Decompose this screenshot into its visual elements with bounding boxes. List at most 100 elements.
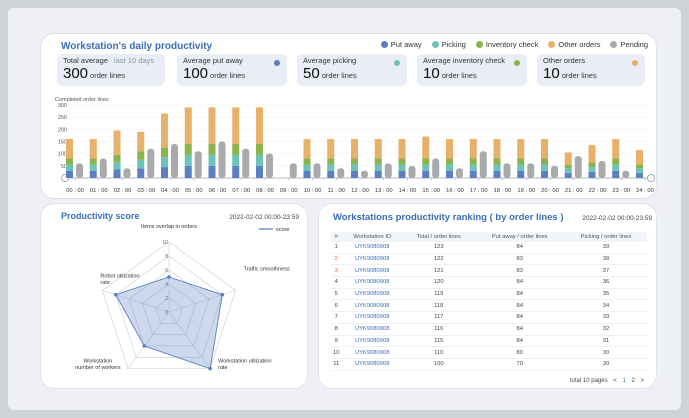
workstation-id-link[interactable]: UYK9080908	[341, 288, 403, 301]
bar-segment	[327, 158, 335, 165]
bar-segment	[612, 164, 620, 171]
bar-segment	[517, 158, 525, 165]
value-cell: 38	[564, 253, 647, 266]
bar-segment	[541, 170, 548, 178]
bar-segment	[422, 136, 430, 159]
bar-pending	[479, 151, 487, 178]
x-tick-label: 22 : 00	[589, 188, 607, 194]
bar-cap	[66, 139, 73, 143]
bar-segment	[398, 170, 406, 178]
bar-segment	[137, 168, 145, 178]
bar-segment	[161, 167, 168, 178]
workstation-id-link[interactable]: UYK9080908	[341, 311, 403, 324]
table-row[interactable]: 10 UYK9080908 110 80 30	[331, 346, 647, 359]
bar-cap	[351, 139, 358, 143]
pagination-prev[interactable]: <	[613, 378, 617, 384]
productivity-score-card: Productivity score 2022-02-02 00:00-23:5…	[40, 203, 308, 389]
workstation-id-link[interactable]: UYK9080908	[341, 335, 403, 348]
bar-cap	[446, 139, 453, 143]
value-cell: 34	[564, 299, 647, 313]
bar-segment	[184, 154, 192, 166]
radar-score-area	[115, 276, 223, 370]
rank-cell: 6	[331, 299, 342, 313]
pagination-page-1[interactable]: 1	[622, 378, 625, 384]
value-cell: 33	[564, 311, 647, 324]
bar-segment	[327, 170, 335, 178]
table-row[interactable]: 9 UYK9080908 115 84 31	[331, 335, 647, 348]
bar-segment	[208, 165, 216, 178]
workstation-id-link[interactable]: UYK9080908	[341, 242, 403, 254]
bar-segment	[161, 147, 168, 158]
radar-tick-label: 6	[165, 268, 168, 274]
bar-segment	[636, 168, 643, 174]
ranking-table: # Workstation ID Total / order lines Put aw…	[331, 232, 647, 371]
bar-segment	[564, 173, 572, 178]
x-tick-label: 04 : 00	[161, 188, 179, 194]
workstation-id-link[interactable]: UYK9080908	[341, 323, 403, 336]
x-tick-label: 20 : 00	[541, 188, 559, 194]
bar-segment	[469, 164, 477, 171]
table-row[interactable]: 7 UYK9080908 117 84 33	[331, 311, 647, 324]
table-row[interactable]: 2 UYK9080908 122 83 38	[331, 253, 647, 266]
workstation-id-link[interactable]: UYK9080908	[341, 253, 403, 266]
x-tick-label: 02 : 00	[114, 188, 132, 194]
x-tick-label: 19 : 00	[517, 188, 535, 194]
bar-segment	[303, 170, 311, 178]
x-tick-label: 23 : 00	[612, 188, 630, 194]
bar-cap	[256, 107, 263, 111]
table-row[interactable]: 8 UYK9080908 116 84 32	[331, 323, 647, 336]
value-cell: 30	[564, 358, 647, 371]
column-header: Total / order lines	[402, 232, 475, 242]
bar-cap	[398, 139, 406, 143]
bar-segment	[564, 168, 572, 174]
pagination-page-2[interactable]: 2	[631, 378, 634, 384]
ranking-date: 2022-02-02 00:00-23:59	[582, 215, 652, 222]
x-tick-label: 08 : 00	[256, 188, 274, 194]
value-cell: 116	[402, 323, 475, 336]
table-row[interactable]: 4 UYK9080908 120 84 36	[331, 276, 647, 289]
table-row[interactable]: 11 UYK9080908 100 70 30	[331, 358, 647, 371]
workstation-id-link[interactable]: UYK9080908	[341, 276, 403, 289]
workstation-id-link[interactable]: UYK9080908	[341, 264, 403, 278]
y-tick-label: 200	[58, 127, 67, 133]
bar-cap	[374, 139, 382, 143]
workstation-id-link[interactable]: UYK9080908	[341, 346, 403, 359]
timeline-end-handle[interactable]	[647, 174, 655, 182]
value-cell: 35	[564, 288, 647, 301]
bar-cap	[89, 139, 97, 143]
bar-segment	[113, 169, 121, 178]
bar-segment	[422, 164, 430, 171]
bar-cap	[469, 139, 477, 143]
radar-legend-label: score	[276, 227, 289, 233]
radar-tick-label: 10	[162, 240, 168, 246]
x-tick-label: 06 : 00	[209, 188, 227, 194]
bar-cap	[541, 139, 548, 143]
ranking-card: Workstations productivity ranking ( by o…	[318, 203, 657, 389]
table-row[interactable]: 3 UYK9080908 121 83 37	[331, 264, 647, 278]
bar-cap	[588, 145, 596, 149]
value-cell: 119	[402, 288, 475, 301]
bar-cap	[564, 152, 572, 156]
y-tick-label: 300	[58, 103, 67, 109]
table-row[interactable]: 5 UYK9080908 119 84 35	[331, 288, 647, 301]
bar-segment	[66, 170, 73, 178]
rank-cell: 5	[331, 288, 342, 301]
value-cell: 84	[474, 242, 565, 254]
bar-segment	[541, 164, 548, 171]
table-row[interactable]: 6 UYK9080908 118 84 34	[331, 299, 647, 313]
daily-productivity-card: Workstation's daily productivity Put awa…	[40, 33, 657, 199]
value-cell: 39	[564, 242, 647, 254]
column-header: #	[331, 232, 342, 242]
bar-segment	[493, 158, 501, 165]
bar-pending	[456, 168, 463, 178]
bar-segment	[517, 164, 525, 171]
workstation-id-link[interactable]: UYK9080908	[341, 358, 403, 371]
table-row[interactable]: 1 UYK9080908 123 84 39	[331, 242, 647, 254]
pagination-next[interactable]: >	[640, 378, 644, 384]
bar-cap	[422, 136, 430, 140]
value-cell: 83	[474, 264, 565, 278]
workstation-id-link[interactable]: UYK9080908	[341, 299, 403, 313]
bar-cap	[232, 107, 240, 111]
value-cell: 84	[474, 276, 565, 289]
bar-segment	[303, 164, 311, 171]
